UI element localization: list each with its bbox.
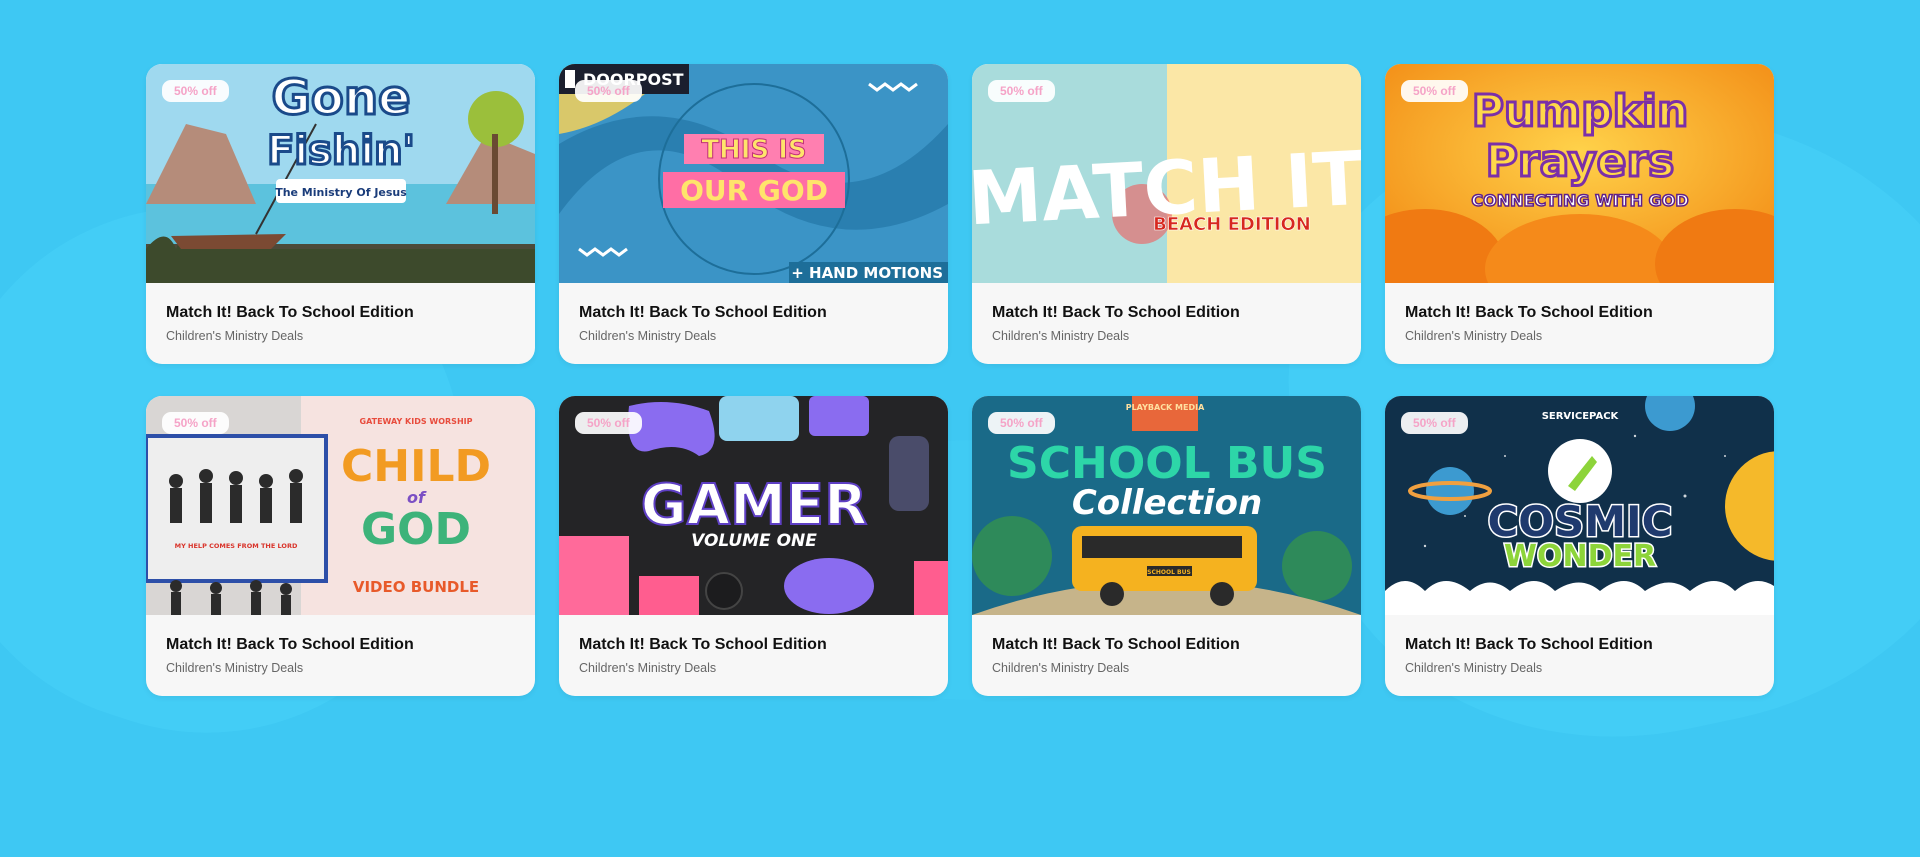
product-card[interactable]: 50% off MATCH IT BEACH EDITION Match It!… [972, 64, 1361, 364]
art-subtitle: BEACH EDITION [1153, 214, 1311, 235]
art-footer: + HAND MOTIONS [791, 264, 943, 282]
art-title: Prayers [1486, 136, 1675, 187]
art-title: CHILD [341, 441, 491, 492]
product-thumbnail[interactable]: 50% off PLAYBACK MEDIA SCHOOL BUS Collec… [972, 396, 1361, 615]
discount-badge: 50% off [162, 80, 229, 102]
product-grid: 50% off Gone Fishin' The Ministry Of Jes… [146, 64, 1774, 696]
product-title[interactable]: Match It! Back To School Edition [1405, 635, 1754, 655]
product-thumbnail[interactable]: 50% off MY HELP COMES FROM THE LORD GATE… [146, 396, 535, 615]
product-thumbnail[interactable]: 50% off SERVICEPACK COSMIC WONDER [1385, 396, 1774, 615]
product-title[interactable]: Match It! Back To School Edition [166, 635, 515, 655]
product-title[interactable]: Match It! Back To School Edition [579, 635, 928, 655]
art-banner: The Ministry Of Jesus [275, 186, 407, 199]
product-thumbnail[interactable]: 50% off GAMER VOLUME ONE [559, 396, 948, 615]
product-card[interactable]: 50% off Pumpkin Prayers CONNECTING WITH … [1385, 64, 1774, 364]
product-card[interactable]: 50% off DOORPOST THIS IS OUR GOD + HAND … [559, 64, 948, 364]
discount-badge: 50% off [575, 80, 642, 102]
product-card[interactable]: 50% off SERVICEPACK COSMIC WONDER Match … [1385, 396, 1774, 696]
product-title[interactable]: Match It! Back To School Edition [992, 303, 1341, 323]
art-subtitle: CONNECTING WITH GOD [1471, 191, 1688, 210]
product-title[interactable]: Match It! Back To School Edition [579, 303, 928, 323]
product-card[interactable]: 50% off MY HELP COMES FROM THE LORD GATE… [146, 396, 535, 696]
art-title: GOD [361, 504, 471, 555]
art-title: SCHOOL BUS [1007, 438, 1327, 489]
product-category: Children's Ministry Deals [579, 661, 717, 675]
product-category: Children's Ministry Deals [166, 661, 304, 675]
art-caption: MY HELP COMES FROM THE LORD [175, 542, 298, 550]
discount-badge: 50% off [575, 412, 642, 434]
product-thumbnail[interactable]: 50% off MATCH IT BEACH EDITION [972, 64, 1361, 283]
discount-badge: 50% off [988, 80, 1055, 102]
product-thumbnail[interactable]: 50% off DOORPOST THIS IS OUR GOD + HAND … [559, 64, 948, 283]
product-title[interactable]: Match It! Back To School Edition [992, 635, 1341, 655]
product-card[interactable]: 50% off Gone Fishin' The Ministry Of Jes… [146, 64, 535, 364]
product-card[interactable]: 50% off GAMER VOLUME ONE Match It! Back … [559, 396, 948, 696]
art-brand: PLAYBACK MEDIA [1126, 403, 1205, 412]
art-title: THIS IS [701, 135, 806, 165]
art-brand: GATEWAY KIDS WORSHIP [360, 417, 473, 426]
discount-badge: 50% off [1401, 412, 1468, 434]
art-title: Pumpkin [1472, 86, 1689, 137]
art-title: OUR GOD [680, 174, 828, 207]
product-category: Children's Ministry Deals [1405, 661, 1543, 675]
product-thumbnail[interactable]: 50% off Pumpkin Prayers CONNECTING WITH … [1385, 64, 1774, 283]
art-subtitle: Collection [1072, 483, 1262, 523]
discount-badge: 50% off [1401, 80, 1468, 102]
discount-badge: 50% off [988, 412, 1055, 434]
product-category: Children's Ministry Deals [1405, 329, 1543, 343]
product-category: Children's Ministry Deals [579, 329, 717, 343]
product-card[interactable]: 50% off PLAYBACK MEDIA SCHOOL BUS Collec… [972, 396, 1361, 696]
art-title: Gone [271, 70, 410, 126]
art-title: GAMER [641, 473, 867, 538]
art-title: WONDER [1504, 539, 1656, 574]
art-subtitle: VOLUME ONE [691, 531, 817, 551]
art-footer: VIDEO BUNDLE [353, 578, 479, 596]
product-title[interactable]: Match It! Back To School Edition [166, 303, 515, 323]
product-title[interactable]: Match It! Back To School Edition [1405, 303, 1754, 323]
product-category: Children's Ministry Deals [166, 329, 304, 343]
product-thumbnail[interactable]: 50% off Gone Fishin' The Ministry Of Jes… [146, 64, 535, 283]
product-category: Children's Ministry Deals [992, 661, 1130, 675]
art-brand: SERVICEPACK [1542, 411, 1620, 422]
product-category: Children's Ministry Deals [992, 329, 1130, 343]
discount-badge: 50% off [162, 412, 229, 434]
bus-label: SCHOOL BUS [1147, 569, 1191, 576]
art-title: Fishin' [267, 128, 415, 174]
